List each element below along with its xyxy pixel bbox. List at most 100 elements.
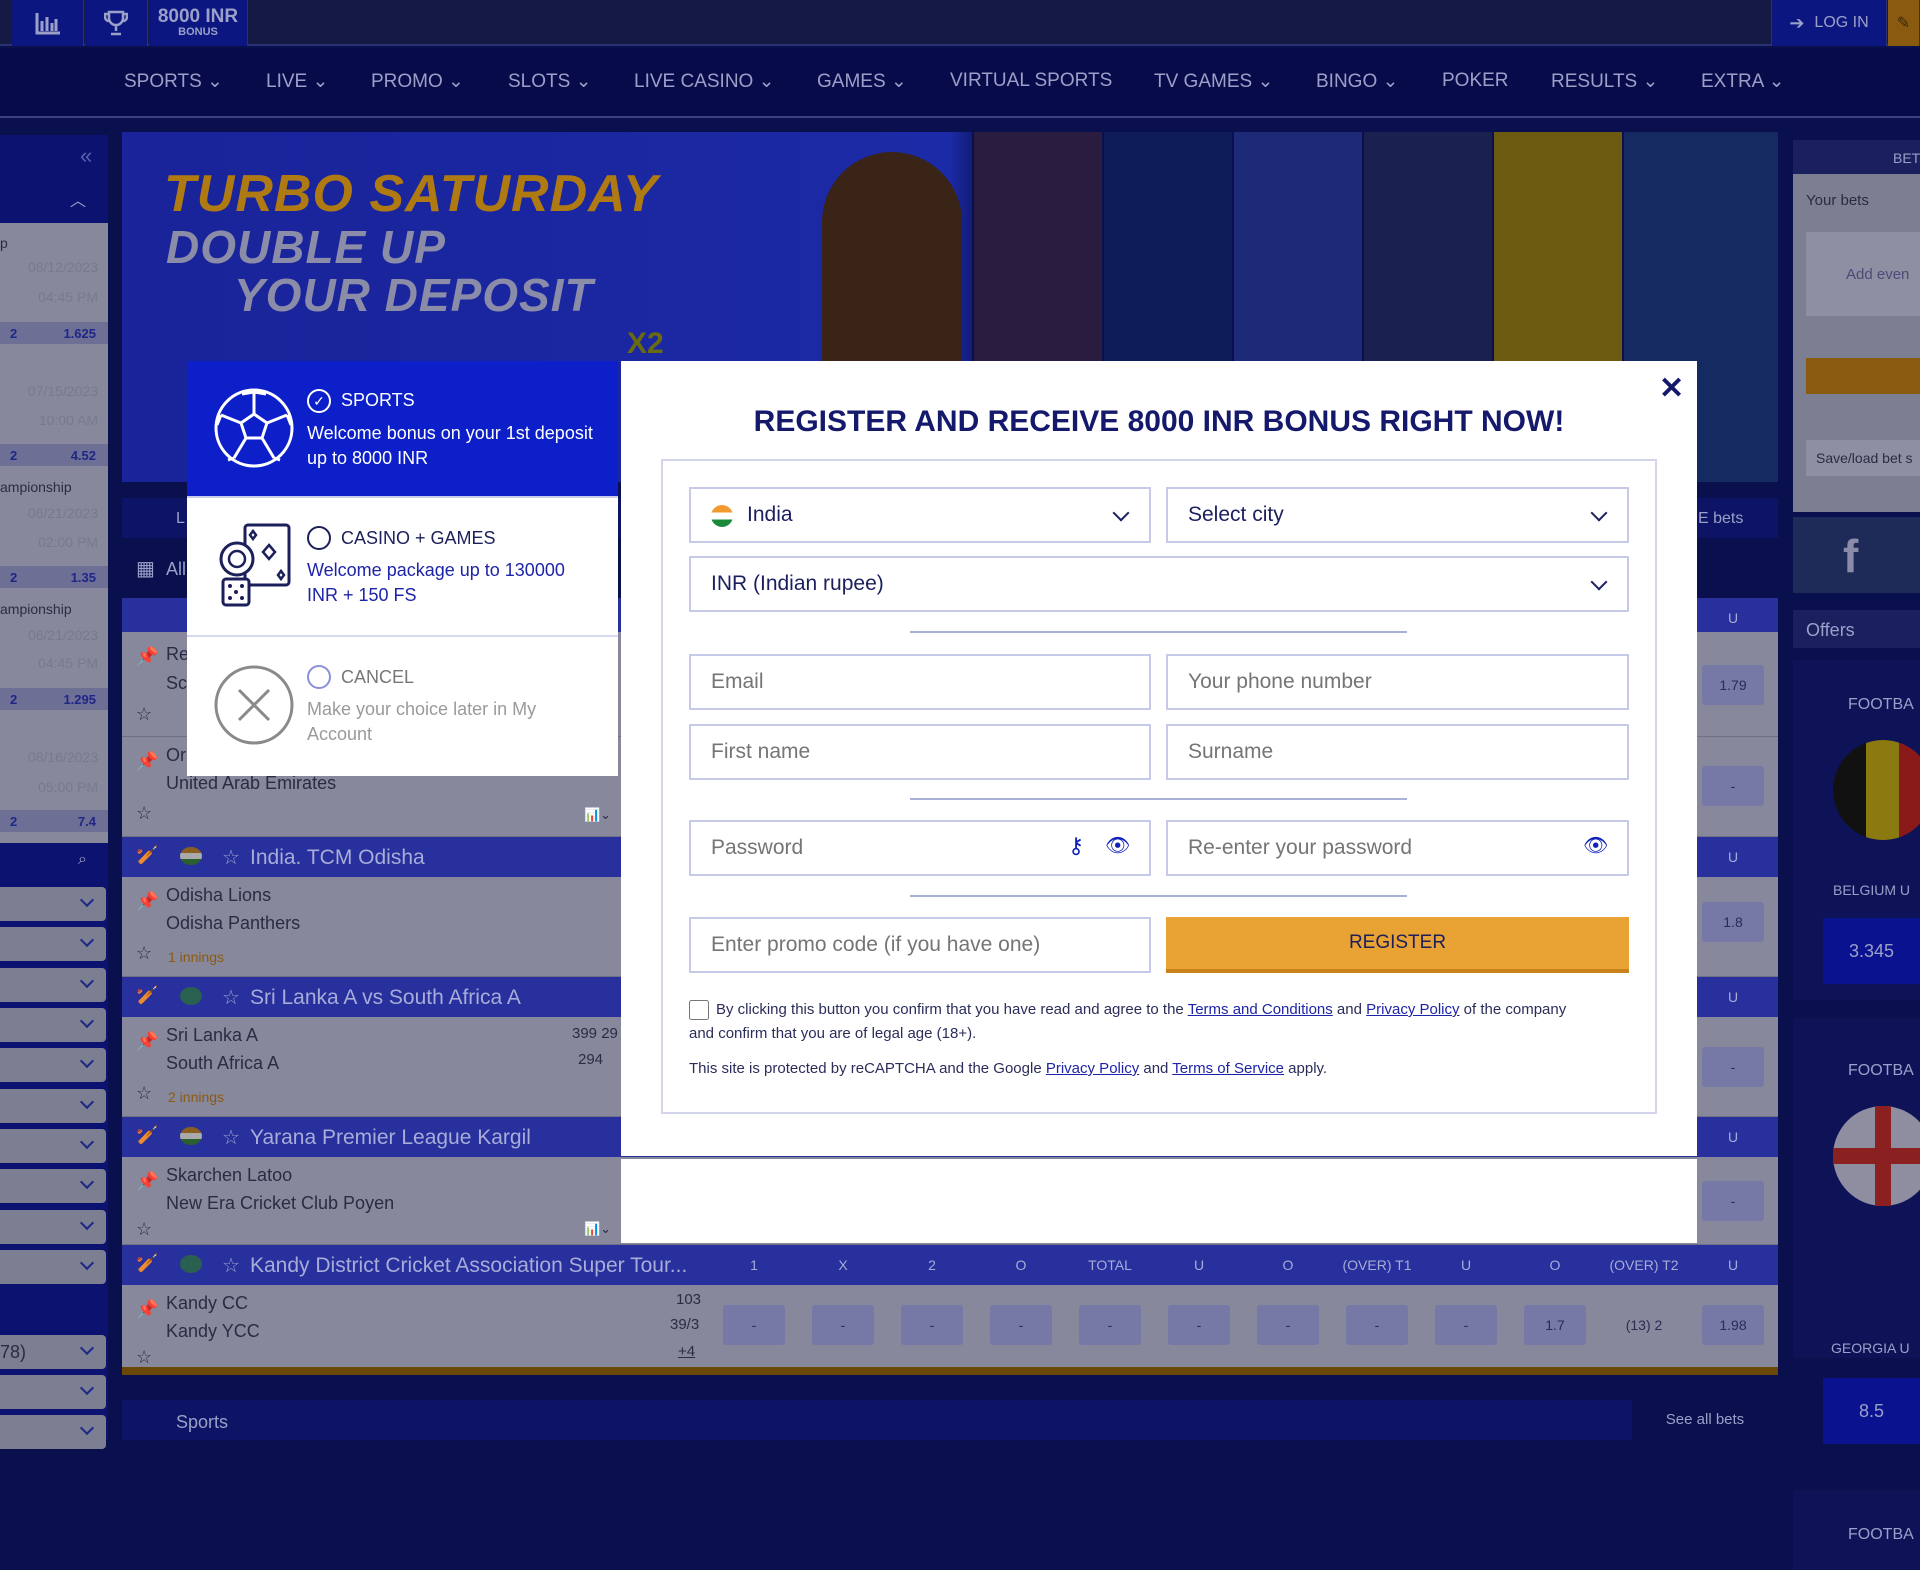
odds-button[interactable]: 1.8: [1702, 902, 1764, 942]
odds-button[interactable]: -: [1702, 1181, 1764, 1221]
search-icon[interactable]: ⌕: [78, 851, 87, 869]
sport-dropdown[interactable]: [0, 1089, 106, 1123]
odds-button[interactable]: -: [1168, 1305, 1230, 1345]
odds-button[interactable]: -: [812, 1305, 874, 1345]
radio-selected-check-icon[interactable]: ✓: [307, 389, 331, 413]
sport-dropdown[interactable]: [0, 927, 106, 961]
chevron-up-icon[interactable]: ︿: [70, 187, 86, 211]
pin-icon[interactable]: 📌: [136, 751, 158, 772]
sport-dropdown[interactable]: [0, 1169, 106, 1203]
odds-button[interactable]: 1.98: [1702, 1305, 1764, 1345]
consent-checkbox[interactable]: [689, 1000, 709, 1020]
place-bet-button[interactable]: [1806, 358, 1920, 394]
save-load-button[interactable]: Save/load bet s: [1806, 440, 1920, 476]
pin-icon[interactable]: 📌: [136, 1171, 158, 1192]
favorite-star-icon[interactable]: ☆: [136, 803, 152, 824]
register-top-button[interactable]: ✎: [1888, 0, 1920, 46]
odds-button[interactable]: -: [1346, 1305, 1408, 1345]
repeat-password-field[interactable]: [1166, 820, 1629, 876]
tab-line[interactable]: L: [176, 510, 185, 528]
bonus-option-sports[interactable]: ✓ SPORTS Welcome bonus on your 1st depos…: [187, 361, 618, 498]
nav-live[interactable]: LIVE ⌄: [266, 70, 328, 93]
odds-button[interactable]: -: [1079, 1305, 1141, 1345]
radio-unselected[interactable]: [307, 665, 331, 689]
currency-select[interactable]: INR (Indian rupee): [689, 556, 1629, 612]
nav-results[interactable]: RESULTS ⌄: [1551, 70, 1658, 93]
close-icon[interactable]: ✕: [1659, 371, 1684, 406]
eye-hidden-icon[interactable]: 👁: [1583, 833, 1608, 858]
offer-card[interactable]: FOOTBA BELGIUM U 3.345: [1793, 660, 1920, 1000]
favorite-star-icon[interactable]: ☆: [222, 1253, 240, 1278]
login-button[interactable]: ➔ LOG IN: [1771, 0, 1887, 46]
more-markets-link[interactable]: +4: [678, 1343, 695, 1360]
nav-live-casino[interactable]: LIVE CASINO ⌄: [634, 70, 775, 93]
odds-button[interactable]: 1.79: [1702, 665, 1764, 705]
event-odds[interactable]: 2 1.625: [0, 322, 108, 344]
sport-dropdown[interactable]: 78): [0, 1335, 106, 1369]
tab-live-bets[interactable]: E bets: [1698, 510, 1743, 528]
odds-button[interactable]: -: [1702, 1047, 1764, 1087]
country-select[interactable]: India: [689, 487, 1151, 543]
sport-dropdown[interactable]: [0, 1210, 106, 1244]
bonus-button[interactable]: 8000 INR BONUS: [149, 0, 248, 46]
favorite-star-icon[interactable]: ☆: [136, 943, 152, 964]
odds-button[interactable]: -: [901, 1305, 963, 1345]
nav-sports[interactable]: SPORTS ⌄: [124, 70, 223, 93]
password-generator-key-icon[interactable]: ⚷: [1068, 833, 1084, 859]
bonus-option-casino[interactable]: CASINO + GAMES Welcome package up to 130…: [187, 498, 618, 637]
event-odds[interactable]: 2 7.4: [0, 810, 108, 832]
facebook-button[interactable]: f: [1793, 517, 1920, 593]
nav-extra[interactable]: EXTRA ⌄: [1701, 70, 1785, 93]
surname-field[interactable]: [1166, 724, 1629, 780]
nav-games[interactable]: GAMES ⌄: [817, 70, 907, 93]
promo-code-field[interactable]: [689, 917, 1151, 973]
nav-poker[interactable]: POKER: [1442, 70, 1509, 92]
event-odds[interactable]: 2 1.35: [0, 566, 108, 588]
nav-promo[interactable]: PROMO ⌄: [371, 70, 464, 93]
see-all-bets-button[interactable]: See all bets: [1632, 1400, 1778, 1440]
sport-dropdown[interactable]: [0, 1008, 106, 1042]
odds-button[interactable]: -: [1257, 1305, 1319, 1345]
privacy-link[interactable]: Privacy Policy: [1366, 1001, 1459, 1018]
odds-button[interactable]: -: [1702, 766, 1764, 806]
favorite-star-icon[interactable]: ☆: [136, 1083, 152, 1104]
favorite-star-icon[interactable]: ☆: [136, 1347, 152, 1368]
google-privacy-link[interactable]: Privacy Policy: [1046, 1060, 1139, 1077]
pin-icon[interactable]: 📌: [136, 646, 158, 667]
google-terms-link[interactable]: Terms of Service: [1172, 1060, 1284, 1077]
register-button[interactable]: REGISTER: [1166, 917, 1629, 973]
favorite-star-icon[interactable]: ☆: [136, 704, 152, 725]
sport-dropdown[interactable]: [0, 1415, 106, 1449]
terms-link[interactable]: Terms and Conditions: [1188, 1001, 1333, 1018]
column-header[interactable]: TOTAL: [1088, 1257, 1132, 1273]
favorite-star-icon[interactable]: ☆: [222, 985, 240, 1010]
odds-button[interactable]: -: [990, 1305, 1052, 1345]
favorite-star-icon[interactable]: ☆: [222, 1125, 240, 1150]
sport-dropdown[interactable]: [0, 968, 106, 1002]
sport-dropdown[interactable]: [0, 1250, 106, 1284]
event-odds[interactable]: 2 4.52: [0, 444, 108, 466]
sport-dropdown[interactable]: [0, 887, 106, 921]
stats-button[interactable]: [12, 0, 84, 46]
all-filter[interactable]: All: [166, 559, 186, 580]
pin-icon[interactable]: 📌: [136, 1299, 158, 1320]
favorite-star-icon[interactable]: ☆: [222, 845, 240, 870]
stats-icon[interactable]: 📊⌄: [584, 807, 611, 823]
nav-virtual-sports[interactable]: VIRTUAL SPORTS: [950, 70, 1112, 92]
event-odds[interactable]: 2 1.295: [0, 688, 108, 710]
offer-card[interactable]: FOOTBA GEORGIA U: [1793, 1018, 1920, 1358]
column-header[interactable]: (OVER) T1: [1343, 1257, 1412, 1273]
offer-odds-button[interactable]: 3.345: [1823, 918, 1920, 984]
stats-icon[interactable]: 📊⌄: [584, 1221, 611, 1237]
sport-dropdown[interactable]: [0, 1375, 106, 1409]
favorite-star-icon[interactable]: ☆: [136, 1219, 152, 1240]
radio-unselected[interactable]: [307, 526, 331, 550]
sport-dropdown[interactable]: [0, 1129, 106, 1163]
pin-icon[interactable]: 📌: [136, 1031, 158, 1052]
pin-icon[interactable]: 📌: [136, 891, 158, 912]
collapse-icon[interactable]: «: [80, 143, 92, 169]
offer-card[interactable]: FOOTBA: [1793, 1490, 1920, 1570]
email-field[interactable]: [689, 654, 1151, 710]
event-row[interactable]: 📌 Kandy CC Kandy YCC ☆ 103 39/3 +4 - - -…: [122, 1285, 1778, 1375]
nav-tv-games[interactable]: TV GAMES ⌄: [1154, 70, 1273, 93]
